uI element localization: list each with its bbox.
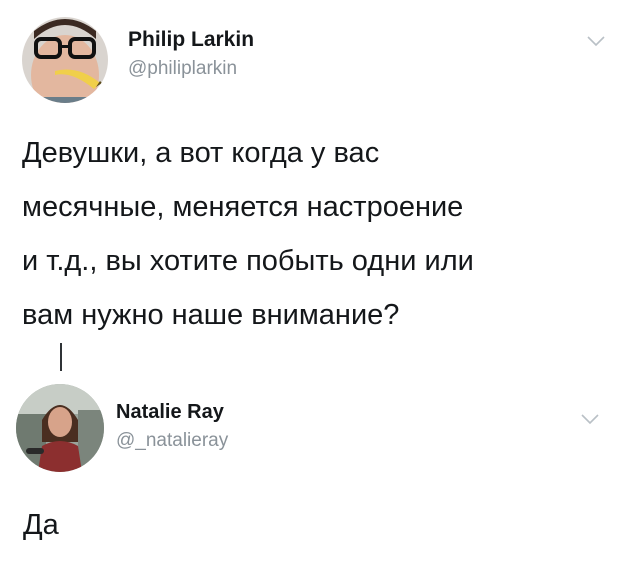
user-avatar[interactable] — [16, 384, 104, 472]
avatar-image — [16, 384, 104, 472]
tweet-reply[interactable]: Natalie Ray @_natalieray Да — [0, 370, 621, 565]
username-handle[interactable]: @_natalieray — [116, 430, 228, 452]
chevron-down-icon[interactable] — [580, 412, 600, 426]
chevron-down-icon[interactable] — [586, 34, 606, 48]
avatar-image — [22, 17, 108, 103]
username-handle[interactable]: @philiplarkin — [128, 58, 237, 80]
user-avatar[interactable] — [22, 17, 108, 103]
thread-connector — [60, 343, 62, 371]
tweet-original[interactable]: Philip Larkin @philiplarkin Девушки, а в… — [0, 0, 621, 340]
display-name[interactable]: Philip Larkin — [128, 28, 254, 52]
display-name[interactable]: Natalie Ray — [116, 401, 224, 424]
tweet-text: Девушки, а вот когда у вас месячные, мен… — [22, 137, 474, 331]
tweet-text: Да — [23, 509, 59, 541]
